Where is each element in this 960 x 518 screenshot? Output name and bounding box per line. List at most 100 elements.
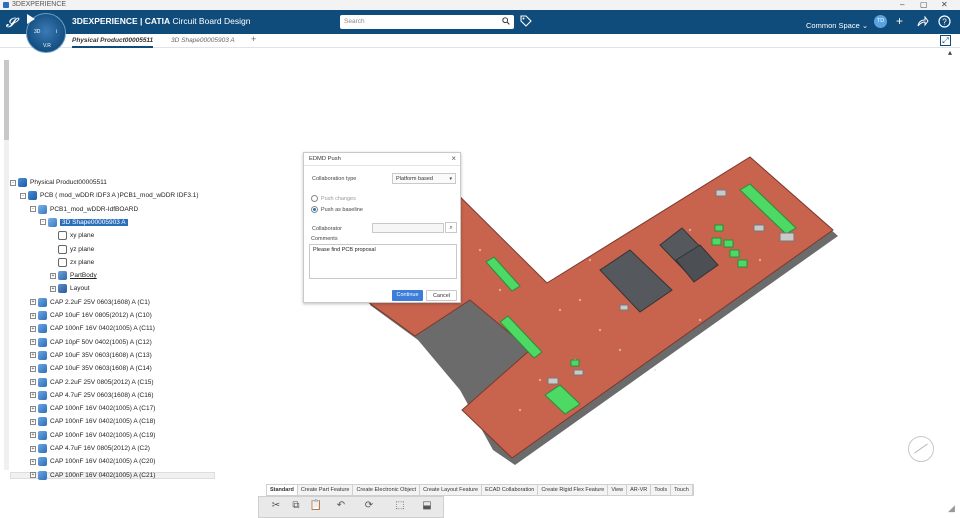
tree-node[interactable]: + CAP 2.2uF 25V 0603(1608) A (C1) (30, 296, 150, 309)
expand-icon[interactable]: + (30, 299, 36, 306)
tree-node[interactable]: yz plane (50, 243, 94, 256)
compass-play-icon (27, 14, 35, 24)
compass-icon[interactable]: 3D i V.R (26, 13, 66, 53)
expand-icon[interactable]: ⤢ (940, 35, 951, 46)
search-input[interactable]: Search (340, 15, 514, 29)
tree-node[interactable]: zx plane (50, 256, 94, 269)
tag-icon[interactable] (520, 15, 532, 27)
tree-node[interactable]: + CAP 100nF 16V 0402(1005) A (C18) (30, 415, 155, 428)
collapse-icon[interactable]: - (10, 179, 16, 186)
expand-icon[interactable]: + (30, 339, 36, 346)
share-icon[interactable] (917, 16, 929, 27)
expand-icon[interactable]: + (50, 272, 56, 279)
maximize-button[interactable]: ▢ (920, 0, 928, 9)
collapse-icon[interactable]: - (30, 206, 36, 213)
tree-node[interactable]: + PartBody (50, 269, 97, 282)
tree-node[interactable]: + CAP 100nF 16V 0402(1005) A (C21) (30, 469, 155, 482)
space-selector[interactable]: Common Space ⌄ (806, 21, 868, 30)
expand-icon[interactable]: + (30, 458, 36, 465)
push-baseline-radio[interactable] (311, 206, 318, 213)
expand-icon[interactable]: + (30, 472, 36, 479)
expand-icon[interactable]: + (30, 405, 36, 412)
tree-node[interactable]: - PCB ( mod_wDDR IDF3 A )PCB1_mod_wDDR ID… (20, 189, 199, 202)
ds-logo-icon: 𝒮 (6, 15, 17, 30)
collapse-icon[interactable]: - (40, 219, 46, 226)
tree-node[interactable]: + Layout (50, 282, 90, 295)
3d-navigation-compass-icon[interactable] (908, 436, 934, 462)
tree-vertical-scrollbar[interactable] (4, 60, 9, 470)
copy-icon[interactable]: ⧉ (289, 500, 303, 514)
scroll-thumb[interactable] (4, 60, 9, 140)
push-changes-radio[interactable] (311, 195, 318, 202)
ribbon-tab[interactable]: View (608, 485, 628, 495)
cut-icon[interactable]: ✂ (269, 500, 283, 514)
expand-icon[interactable]: + (50, 285, 56, 292)
cancel-button[interactable]: Cancel (426, 290, 457, 301)
cap-icon (38, 364, 47, 374)
ribbon-tab[interactable]: Create Part Feature (298, 485, 354, 495)
cap-icon (38, 457, 47, 467)
expand-icon[interactable]: + (30, 312, 36, 319)
ribbon-tab[interactable]: Create Layout Feature (420, 485, 483, 495)
tree-node-label: CAP 100nF 16V 0402(1005) A (C11) (50, 325, 155, 333)
tree-node[interactable]: - 3D Shape00005903 A (40, 216, 128, 229)
minimize-button[interactable]: – (900, 0, 904, 9)
undo-icon[interactable]: ↶ (334, 500, 348, 514)
tree-node[interactable]: + CAP 10uF 35V 0603(1608) A (C13) (30, 349, 152, 362)
collab-type-select[interactable]: Platform based ▾ (392, 173, 456, 184)
close-icon[interactable]: × (451, 154, 456, 163)
tree-node[interactable]: - Physical Product00005511 (10, 176, 107, 189)
plane-icon (58, 257, 67, 267)
tree-node-label: CAP 100nF 16V 0402(1005) A (C20) (50, 458, 156, 466)
expand-icon[interactable]: + (30, 365, 36, 372)
continue-button[interactable]: Continue (392, 290, 423, 301)
tree-node-label: CAP 10uF 16V 0805(2012) A (C10) (50, 312, 152, 319)
ribbon-tab[interactable]: Tools (651, 485, 672, 495)
tree-node-label: CAP 4.7uF 25V 0603(1608) A (C16) (50, 391, 154, 399)
collaborator-field[interactable] (372, 223, 444, 233)
ribbon-tab[interactable]: Standard (267, 485, 298, 495)
comments-textarea[interactable]: Please find PCB proposal (309, 244, 457, 279)
expand-icon[interactable]: + (30, 432, 36, 439)
cap-icon (38, 444, 47, 453)
add-icon[interactable]: + (896, 14, 903, 28)
update-icon[interactable]: ⟳ (362, 500, 376, 514)
tree-node[interactable]: + CAP 100nF 16V 0402(1005) A (C20) (30, 455, 155, 468)
ribbon-tab[interactable]: Create Electronic Object (353, 485, 421, 495)
collapse-icon[interactable]: - (20, 192, 26, 199)
ribbon-tab[interactable]: ECAD Collaboration (482, 485, 539, 495)
product-view-icon[interactable]: ⬚ (393, 500, 407, 514)
paste-icon[interactable]: 📋 (309, 500, 323, 514)
expand-icon[interactable]: + (30, 418, 36, 425)
product-icon (28, 191, 37, 201)
resize-grip-icon[interactable]: ◢ (948, 503, 955, 514)
tree-node[interactable]: + CAP 100nF 16V 0402(1005) A (C11) (30, 322, 155, 335)
tree-node[interactable]: + CAP 2.2uF 25V 0805(2012) A (C15) (30, 376, 154, 389)
search-icon[interactable] (502, 17, 510, 25)
ribbon-tab[interactable]: Create Rigid Flex Feature (538, 485, 609, 495)
part-view-icon[interactable]: ⬓ (420, 500, 434, 514)
collaborator-search-icon[interactable]: ⌕ (445, 222, 457, 233)
expand-icon[interactable]: + (30, 445, 36, 452)
expand-icon[interactable]: + (30, 379, 36, 385)
tree-node[interactable]: xy plane (50, 229, 94, 242)
expand-icon[interactable]: + (30, 325, 36, 332)
tree-node[interactable]: + CAP 10uF 16V 0805(2012) A (C10) (30, 309, 152, 322)
tree-node[interactable]: + CAP 100nF 16V 0402(1005) A (C19) (30, 429, 155, 442)
tab-3d-shape[interactable]: 3D Shape00005903 A (171, 37, 235, 44)
tree-node[interactable]: + CAP 4.7uF 16V 0805(2012) A (C2) (30, 442, 150, 455)
tree-node[interactable]: + CAP 10pF 50V 0402(1005) A (C12) (30, 336, 152, 349)
expand-icon[interactable]: + (30, 392, 36, 399)
add-tab-icon[interactable]: + (251, 34, 256, 44)
tree-node[interactable]: - PCB1_mod_wDDR-IdfBOARD (30, 203, 138, 216)
avatar[interactable]: TD (874, 15, 887, 28)
expand-icon[interactable]: + (30, 352, 36, 359)
help-icon[interactable]: ? (938, 15, 951, 28)
ribbon-tab[interactable]: Touch (671, 485, 693, 495)
close-window-button[interactable]: ✕ (941, 0, 948, 9)
ribbon-tab[interactable]: AR-VR (627, 485, 652, 495)
tab-physical-product[interactable]: Physical Product00005511 (72, 37, 154, 48)
tree-node[interactable]: + CAP 10uF 35V 0603(1608) A (C14) (30, 362, 152, 375)
tree-node[interactable]: + CAP 100nF 16V 0402(1005) A (C17) (30, 402, 155, 415)
tree-node[interactable]: + CAP 4.7uF 25V 0603(1608) A (C16) (30, 389, 154, 402)
